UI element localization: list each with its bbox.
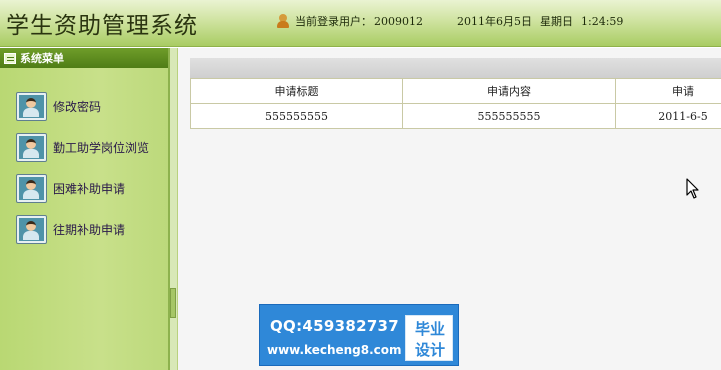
current-time: 1:24:59 bbox=[581, 14, 624, 28]
login-label: 当前登录用户： bbox=[295, 15, 372, 28]
current-weekday: 星期日 bbox=[540, 15, 573, 28]
table-toolbar bbox=[190, 58, 721, 78]
watermark-site: www.kecheng8.com bbox=[267, 343, 402, 357]
sidebar-item-label: 困难补助申请 bbox=[53, 182, 126, 196]
watermark-badge-line2: 设计 bbox=[414, 341, 445, 359]
app-header: 学生资助管理系统 当前登录用户： 2009012 2011年6月5日 星期日 1… bbox=[0, 0, 721, 47]
watermark-banner: QQ:459382737 www.kecheng8.com 毕业 设计 bbox=[259, 304, 459, 366]
user-card-icon bbox=[16, 215, 47, 244]
watermark-badge-line1: 毕业 bbox=[414, 320, 445, 338]
sidebar-splitter[interactable] bbox=[168, 48, 178, 370]
column-header-title[interactable]: 申请标题 bbox=[190, 78, 403, 104]
cell-title: 555555555 bbox=[190, 103, 403, 129]
sidebar-item-work-study-jobs[interactable]: 勤工助学岗位浏览 bbox=[0, 127, 168, 168]
column-header-content[interactable]: 申请内容 bbox=[402, 78, 616, 104]
user-card-icon bbox=[16, 133, 47, 162]
sidebar-item-label: 往期补助申请 bbox=[53, 223, 126, 237]
app-title: 学生资助管理系统 bbox=[6, 13, 198, 39]
mouse-cursor-icon bbox=[686, 178, 699, 199]
table-header-row: 申请标题 申请内容 申请 bbox=[190, 78, 721, 104]
user-card-icon bbox=[16, 92, 47, 121]
menu-edit-icon bbox=[4, 52, 16, 64]
current-date: 2011年6月5日 bbox=[457, 15, 532, 28]
splitter-handle[interactable] bbox=[170, 288, 176, 318]
sidebar-header: 系统菜单 bbox=[0, 48, 168, 68]
user-icon bbox=[276, 13, 291, 29]
sidebar-item-hardship-application[interactable]: 困难补助申请 bbox=[0, 168, 168, 209]
table-row[interactable]: 555555555 555555555 2011-6-5 bbox=[190, 103, 721, 129]
column-header-date[interactable]: 申请 bbox=[615, 78, 721, 104]
sidebar-item-past-applications[interactable]: 往期补助申请 bbox=[0, 209, 168, 250]
login-user-id: 2009012 bbox=[374, 14, 423, 28]
sidebar-item-label: 修改密码 bbox=[53, 100, 102, 114]
cell-date: 2011-6-5 bbox=[615, 103, 721, 129]
user-card-icon bbox=[16, 174, 47, 203]
sidebar-item-change-password[interactable]: 修改密码 bbox=[0, 86, 168, 127]
sidebar-menu: 修改密码 勤工助学岗位浏览 困难补助申请 往期补助申请 bbox=[0, 86, 168, 250]
sidebar-title: 系统菜单 bbox=[20, 52, 64, 65]
login-info: 当前登录用户： 2009012 2011年6月5日 星期日 1:24:59 bbox=[276, 13, 623, 29]
watermark-qq: QQ:459382737 bbox=[270, 317, 400, 335]
applications-table: 申请标题 申请内容 申请 555555555 555555555 2011-6-… bbox=[190, 78, 721, 129]
cell-content: 555555555 bbox=[402, 103, 616, 129]
sidebar-item-label: 勤工助学岗位浏览 bbox=[53, 141, 150, 155]
sidebar: 系统菜单 修改密码 勤工助学岗位浏览 困难补助申请 往期补助申请 bbox=[0, 48, 168, 370]
watermark-badge: 毕业 设计 bbox=[405, 315, 453, 361]
